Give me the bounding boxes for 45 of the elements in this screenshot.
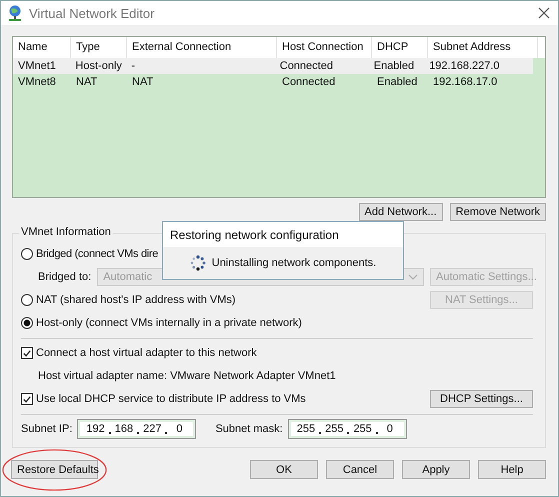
ip-address-field[interactable]: 192 168 227 0: [77, 419, 196, 439]
checkbox-label: Connect a host virtual adapter to this network: [36, 347, 257, 359]
radio-button[interactable]: [21, 294, 33, 306]
chevron-icon: [408, 274, 418, 280]
table-cell-text: VMnet1: [17, 60, 57, 72]
table-cell-text: NAT: [75, 76, 98, 88]
dialog-button[interactable]: Cancel: [326, 460, 394, 479]
table-cell-text: -: [130, 60, 136, 72]
window-title: Virtual Network Editor: [29, 6, 156, 20]
table-cell-text: Host-only: [74, 60, 123, 72]
popup-message: Uninstalling network components.: [212, 257, 376, 269]
radio-label: Bridged (connect VMs dire: [36, 248, 158, 260]
dialog-button[interactable]: Apply: [402, 460, 470, 479]
spinner-icon: [190, 255, 206, 271]
field-label: Bridged to:: [38, 271, 92, 283]
table-cell-text: 192.168.17.0: [432, 76, 498, 88]
table-cell-text: Connected: [281, 76, 336, 88]
table-cell-text: VMnet8: [17, 76, 57, 88]
dhcp-settings-button[interactable]: DHCP Settings...: [430, 390, 533, 408]
dialog-button[interactable]: OK: [250, 460, 318, 479]
table-row[interactable]: VMnet1 Host-only - Connected Enabled 192.168.227.0: [13, 58, 533, 74]
checkbox-label: Use local DHCP service to distribute IP address to VMs: [36, 393, 307, 405]
adapter-name-text: Host virtual adapter name: VMware Network Adapter VMnet1: [38, 370, 336, 382]
table-row[interactable]: VMnet8 NAT NAT Connected Enabled 192.168.17.0: [13, 74, 545, 90]
radio-button[interactable]: [21, 317, 33, 329]
close-icon[interactable]: [538, 7, 550, 19]
table-cell-text: NAT: [131, 76, 154, 88]
radio-button[interactable]: [21, 248, 33, 260]
network-button[interactable]: Remove Network: [450, 203, 546, 221]
ip-address-field[interactable]: 255 255 255 0: [288, 419, 407, 439]
radio-label: NAT (shared host's IP address with VMs): [36, 294, 237, 306]
dialog-button[interactable]: Restore Defaults: [11, 460, 98, 479]
radio-label: Host-only (connect VMs internally in a private network): [36, 317, 302, 329]
group-title: VMnet Information: [19, 226, 113, 238]
checkbox[interactable]: [21, 347, 33, 359]
dialog-button[interactable]: Help: [478, 460, 546, 479]
field-label: Subnet mask:: [215, 423, 283, 435]
table-cell-text: 192.168.227.0: [428, 60, 501, 72]
checkbox[interactable]: [21, 393, 33, 405]
table-cell-text: Connected: [278, 60, 334, 72]
table-cell-text: Enabled: [372, 60, 416, 72]
globe-network-icon: [7, 4, 23, 22]
network-button[interactable]: Add Network...: [358, 203, 443, 221]
table-cell-text: Enabled: [376, 76, 418, 88]
field-label: Subnet IP:: [21, 423, 72, 435]
